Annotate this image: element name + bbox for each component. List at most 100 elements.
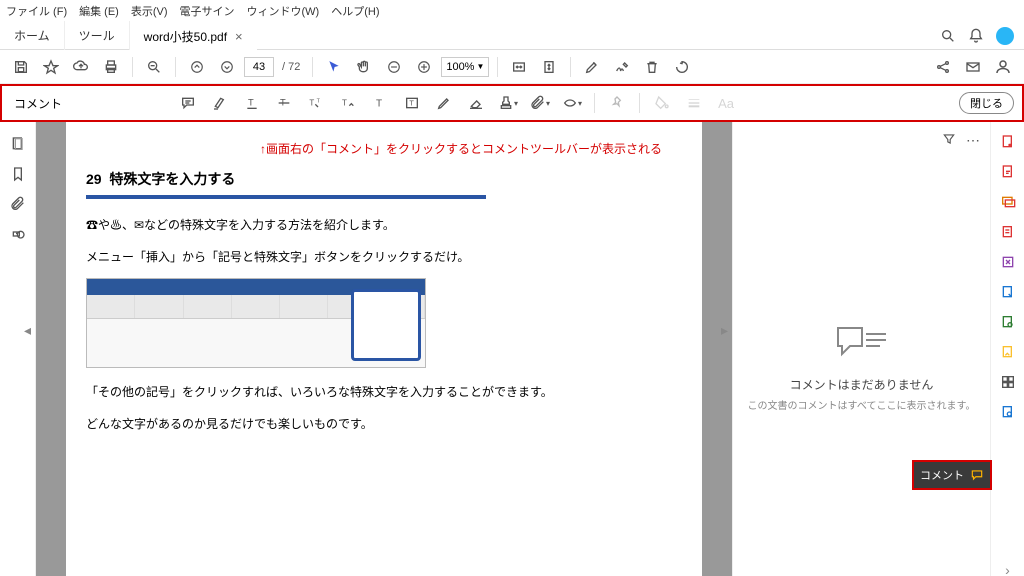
collapse-left-icon[interactable]: ◂ [24,322,31,339]
empty-comments-sub: この文書のコメントはすべてここに表示されます。 [748,397,976,412]
tab-home[interactable]: ホーム [0,21,65,50]
menu-esign[interactable]: 電子サイン [180,3,235,19]
stamp-icon[interactable]: ▾ [494,90,522,116]
right-rail: › [990,122,1024,576]
highlight-icon[interactable] [206,90,234,116]
menu-view[interactable]: 表示(V) [131,3,168,19]
body-para-1: ☎や♨、✉などの特殊文字を入力する方法を紹介します。 [86,215,682,237]
svg-text:T: T [309,99,314,108]
rr-organize-icon[interactable] [998,222,1018,242]
rr-protect-icon[interactable] [998,312,1018,332]
text-icon[interactable]: T [366,90,394,116]
print-icon[interactable] [98,54,124,80]
sticky-note-icon[interactable] [174,90,202,116]
tab-close-icon[interactable]: × [235,29,243,44]
trash-icon[interactable] [639,54,665,80]
attach-icon[interactable]: ▾ [526,90,554,116]
svg-text:T: T [376,98,382,109]
line-weight-icon[interactable] [680,90,708,116]
rr-create-pdf-icon[interactable] [998,132,1018,152]
search-icon[interactable] [940,28,956,44]
comment-toolbar: コメント T T TT T T T ▾ ▾ ▾ Aa 閉じる [2,86,1022,120]
document-view: ◂ ↑画面右の「コメント」をクリックするとコメントツールバーが表示される 29 … [36,122,732,576]
comment-float-button[interactable]: コメント [912,460,992,490]
insert-text-icon[interactable]: T [334,90,362,116]
rr-edit-pdf-icon[interactable] [998,162,1018,182]
more-icon[interactable]: ⋯ [966,132,980,149]
empty-comments-title: コメントはまだありません [790,376,934,393]
thumbnails-icon[interactable] [10,136,26,152]
collapse-right-icon[interactable]: ▸ [721,322,728,339]
embedded-screenshot [86,278,426,368]
comment-toolbar-highlight: コメント T T TT T T T ▾ ▾ ▾ Aa 閉じる [0,84,1024,122]
main-toolbar: 43 / 72 100%▼ [0,50,1024,84]
annotate-user-icon[interactable] [990,54,1016,80]
close-button[interactable]: 閉じる [959,92,1014,114]
title-rule [86,195,486,199]
pencil-icon[interactable] [430,90,458,116]
page-title: 29 特殊文字を入力する [86,169,682,189]
menu-edit[interactable]: 編集 (E) [79,3,119,19]
menu-bar: ファイル (F) 編集 (E) 表示(V) 電子サイン ウィンドウ(W) ヘルプ… [0,0,1024,22]
tab-tools[interactable]: ツール [65,21,130,50]
comment-float-label: コメント [920,467,964,483]
eraser-icon[interactable] [462,90,490,116]
rr-fill-sign-icon[interactable] [998,342,1018,362]
textbox-icon[interactable]: T [398,90,426,116]
menu-file[interactable]: ファイル (F) [6,3,67,19]
replace-text-icon[interactable]: TT [302,90,330,116]
svg-text:T: T [342,99,347,108]
rr-more-tools-icon[interactable] [998,372,1018,392]
fill-color-icon[interactable] [648,90,676,116]
share-icon[interactable] [930,54,956,80]
underline-icon[interactable]: T [238,90,266,116]
attachments-icon[interactable] [10,196,26,212]
plus-icon[interactable] [411,54,437,80]
sign-icon[interactable] [609,54,635,80]
comment-float-icon [970,468,984,482]
rr-compress-icon[interactable] [998,252,1018,272]
zoom-select[interactable]: 100%▼ [441,57,489,77]
tab-document-label: word小技50.pdf [144,28,227,45]
svg-text:T: T [409,99,414,108]
save-icon[interactable] [8,54,34,80]
text-format-icon[interactable]: Aa [712,90,740,116]
shape-icon[interactable]: ▾ [558,90,586,116]
rotate-icon[interactable] [669,54,695,80]
bell-icon[interactable] [968,28,984,44]
strikethrough-icon[interactable]: T [270,90,298,116]
layers-icon[interactable] [10,226,26,242]
page-current-input[interactable]: 43 [244,57,274,77]
annotation-hint: ↑画面右の「コメント」をクリックするとコメントツールバーが表示される [86,140,682,157]
pin-icon[interactable] [603,90,631,116]
rr-export-icon[interactable] [998,192,1018,212]
avatar[interactable] [996,27,1014,45]
minus-icon[interactable] [381,54,407,80]
comment-panel: ⋯ コメントはまだありません この文書のコメントはすべてここに表示されます。 コ… [732,122,990,576]
main-area: ◂ ↑画面右の「コメント」をクリックするとコメントツールバーが表示される 29 … [0,122,1024,576]
hand-icon[interactable] [351,54,377,80]
body-para-3: 「その他の記号」をクリックすれば、いろいろな特殊文字を入力することができます。 [86,382,682,404]
cloud-upload-icon[interactable] [68,54,94,80]
body-para-4: どんな文字があるのか見るだけでも楽しいものです。 [86,414,682,436]
menu-help[interactable]: ヘルプ(H) [331,3,379,19]
rr-search-tool-icon[interactable] [998,402,1018,422]
zoom-out-icon[interactable] [141,54,167,80]
mail-icon[interactable] [960,54,986,80]
bookmark-icon[interactable] [10,166,26,182]
tab-document[interactable]: word小技50.pdf × [130,20,257,51]
rr-sign-icon[interactable] [998,282,1018,302]
menu-window[interactable]: ウィンドウ(W) [247,3,320,19]
page-up-icon[interactable] [184,54,210,80]
fit-page-icon[interactable] [536,54,562,80]
rr-expand-icon[interactable]: › [998,560,1018,576]
page-down-icon[interactable] [214,54,240,80]
pointer-icon[interactable] [321,54,347,80]
star-icon[interactable] [38,54,64,80]
fit-width-icon[interactable] [506,54,532,80]
filter-icon[interactable] [942,132,956,149]
svg-text:T: T [248,98,254,108]
empty-comments-icon [832,322,892,366]
edit-icon[interactable] [579,54,605,80]
tab-strip: ホーム ツール word小技50.pdf × [0,22,1024,50]
